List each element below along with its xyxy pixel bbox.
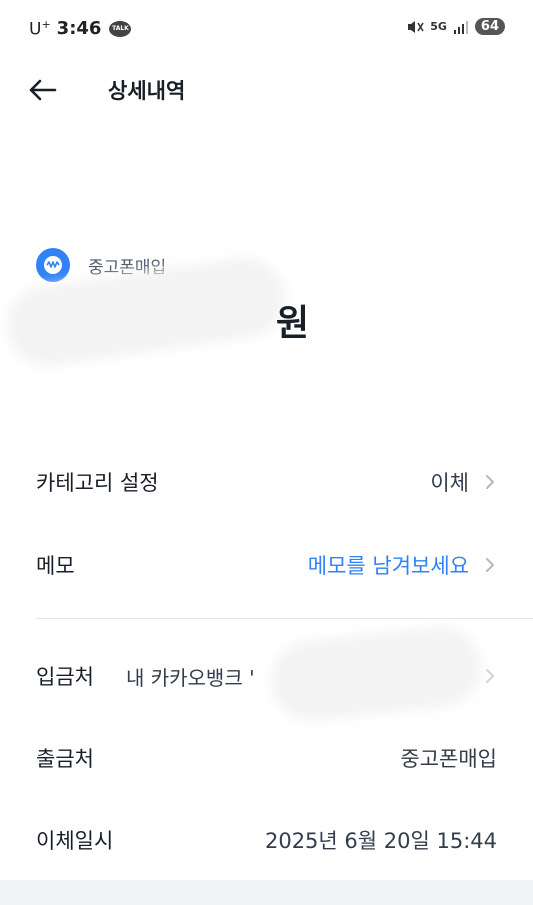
deposit-label: 입금처 xyxy=(36,665,94,689)
deposit-value: 내 카카오뱅크 ' xyxy=(125,665,255,690)
status-bar: U+ 3:46 5G 64 xyxy=(0,0,533,60)
withdrawal-row: 출금처 중고폰매입 xyxy=(36,738,497,778)
amount-unit: 원 xyxy=(276,303,310,344)
status-right: 5G 64 xyxy=(406,18,505,35)
category-value: 이체 xyxy=(430,471,469,495)
category-label: 카테고리 설정 xyxy=(36,471,159,495)
section-divider xyxy=(36,618,533,619)
memo-placeholder: 메모를 남겨보세요 xyxy=(307,554,469,578)
transfer-time-label: 이체일시 xyxy=(36,829,114,853)
signal-icon xyxy=(453,20,468,34)
merchant-logo-icon xyxy=(36,248,70,282)
redaction-mark xyxy=(267,623,485,725)
chevron-right-icon xyxy=(483,475,497,489)
transfer-time-row: 이체일시 2025년 6월 20일 15:44 xyxy=(36,820,497,860)
withdrawal-label: 출금처 xyxy=(36,747,94,771)
withdrawal-value: 중고폰매입 xyxy=(400,747,497,771)
page-title: 상세내역 xyxy=(108,79,186,103)
mute-icon xyxy=(408,20,424,33)
memo-row[interactable]: 메모 메모를 남겨보세요 xyxy=(36,545,497,585)
transfer-time-value-group: 2025년 6월 20일 15:44 xyxy=(265,825,497,855)
withdrawal-value-group: 중고폰매입 xyxy=(400,743,497,773)
memo-value-group: 메모를 남겨보세요 xyxy=(308,550,497,580)
battery-level: 64 xyxy=(474,18,505,35)
category-row[interactable]: 카테고리 설정 이체 xyxy=(36,462,497,502)
status-left: U+ 3:46 xyxy=(29,18,132,40)
carrier-label: U+ xyxy=(29,18,51,40)
amount: 원 xyxy=(1,252,336,372)
category-value-group: 이체 xyxy=(430,467,497,497)
chevron-right-icon xyxy=(483,558,497,572)
chevron-right-icon xyxy=(483,669,497,683)
network-label: 5G xyxy=(430,20,447,33)
memo-label: 메모 xyxy=(36,554,75,578)
arrow-left-icon xyxy=(29,79,57,101)
kakaotalk-notification-icon xyxy=(109,20,132,37)
back-button[interactable] xyxy=(24,72,60,108)
transfer-time-value: 2025년 6월 20일 15:44 xyxy=(264,829,497,853)
header: 상세내역 xyxy=(0,62,533,118)
deposit-row[interactable]: 입금처 내 카카오뱅크 ' xyxy=(36,623,497,725)
bottom-section-background xyxy=(0,880,533,905)
status-time: 3:46 xyxy=(56,18,102,40)
deposit-left: 입금처 내 카카오뱅크 ' xyxy=(36,661,255,691)
page: U+ 3:46 5G 64 상세내역 xyxy=(0,0,533,905)
